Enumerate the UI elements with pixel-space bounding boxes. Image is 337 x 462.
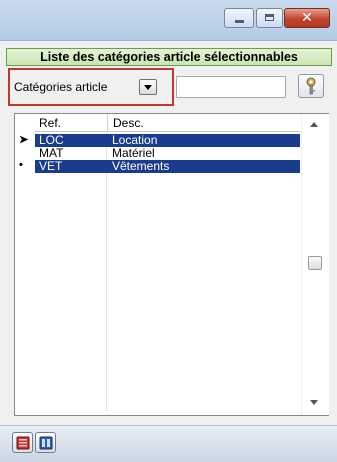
title-bar: ✕: [0, 0, 337, 41]
cell-ref: VET: [35, 160, 106, 173]
column-divider-line: [106, 131, 107, 411]
column-divider[interactable]: [107, 114, 108, 131]
search-button[interactable]: [298, 74, 324, 98]
row-indicator-icon: •: [19, 159, 23, 171]
key-search-icon: [306, 77, 316, 95]
panel-title: Liste des catégories article sélectionna…: [6, 48, 332, 66]
chevron-down-icon: [144, 85, 152, 90]
vertical-scrollbar[interactable]: [301, 114, 329, 415]
minimize-icon: [235, 20, 244, 23]
search-input[interactable]: [176, 76, 286, 98]
category-label: Catégories article: [14, 80, 108, 94]
minimize-button[interactable]: [224, 8, 254, 28]
scroll-thumb[interactable]: [308, 256, 322, 270]
column-header-desc[interactable]: Desc.: [113, 116, 144, 130]
window: ✕ Liste des catégories article sélection…: [0, 0, 337, 462]
row-indicator-icon: ➤: [19, 134, 29, 146]
bottom-toolbar: [0, 425, 337, 462]
scroll-up-icon[interactable]: [310, 122, 318, 127]
column-header-ref[interactable]: Ref.: [39, 116, 61, 130]
maximize-icon: [265, 14, 274, 21]
list-row[interactable]: • VET Vêtements: [15, 159, 300, 173]
blue-list-button[interactable]: [35, 432, 56, 453]
red-list-icon: [16, 436, 30, 450]
category-dropdown-button[interactable]: [139, 79, 157, 95]
cell-desc: Vêtements: [106, 160, 300, 173]
list-header: Ref. Desc.: [35, 114, 300, 132]
scroll-down-icon[interactable]: [310, 400, 318, 405]
blue-list-icon: [39, 436, 53, 450]
close-icon: ✕: [301, 10, 313, 26]
red-list-button[interactable]: [12, 432, 33, 453]
filter-row: Catégories article: [8, 68, 328, 106]
close-button[interactable]: ✕: [284, 8, 330, 28]
category-list: Ref. Desc. ➤ LOC Location MAT Matériel •…: [14, 113, 329, 416]
maximize-button[interactable]: [256, 8, 283, 28]
